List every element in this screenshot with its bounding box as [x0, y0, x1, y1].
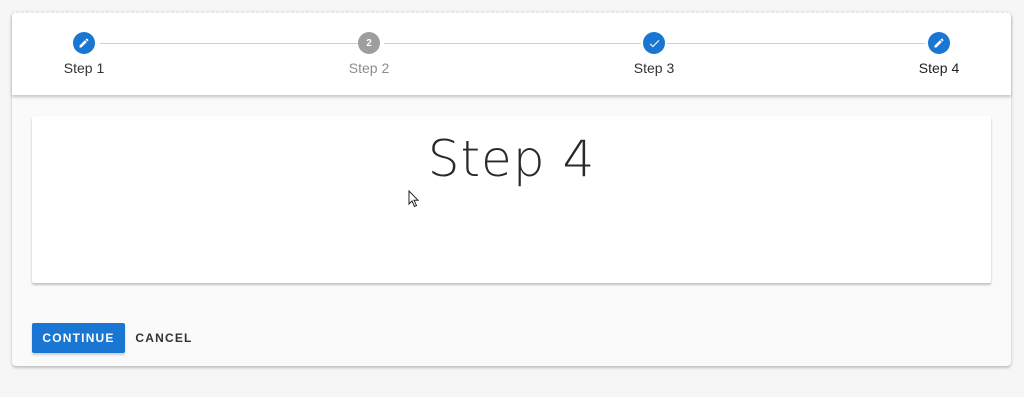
stepper-header: Step 1 2 Step 2 Step 3 Step 4 [12, 12, 1011, 95]
step-3-label: Step 3 [633, 60, 675, 76]
cancel-button[interactable]: CANCEL [132, 323, 196, 353]
stepper: Step 1 2 Step 2 Step 3 Step 4 Step 4 CON… [12, 12, 1011, 366]
mouse-pointer-icon [408, 190, 420, 208]
step-content-card: Step 4 [32, 116, 991, 283]
step-connector [667, 43, 925, 44]
step-connector [100, 43, 358, 44]
step-4-circle [928, 32, 950, 54]
step-3[interactable]: Step 3 [614, 32, 694, 82]
step-2-label: Step 2 [348, 60, 390, 76]
pencil-icon [79, 38, 89, 48]
step-content-title: Step 4 [427, 130, 596, 188]
step-1[interactable]: Step 1 [44, 32, 124, 82]
check-icon [649, 39, 659, 47]
step-3-circle [643, 32, 665, 54]
step-2-number: 2 [366, 37, 372, 49]
continue-button[interactable]: CONTINUE [32, 323, 125, 353]
step-connector [384, 43, 641, 44]
step-4-label: Step 4 [918, 60, 960, 76]
step-4[interactable]: Step 4 [899, 32, 979, 82]
step-1-label: Step 1 [63, 60, 105, 76]
step-1-circle [73, 32, 95, 54]
pencil-icon [934, 38, 944, 48]
step-2[interactable]: 2 Step 2 [329, 32, 409, 82]
step-2-circle: 2 [358, 32, 380, 54]
